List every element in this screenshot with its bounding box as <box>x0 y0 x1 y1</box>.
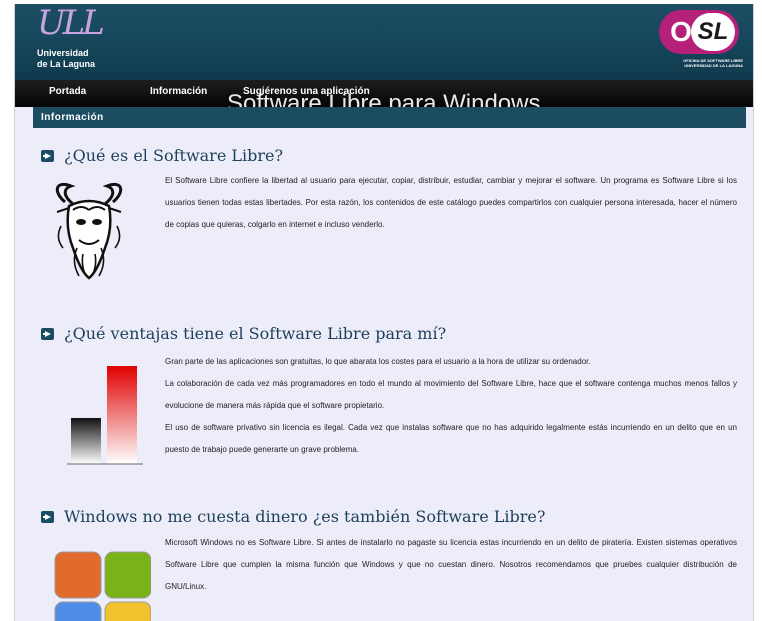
comparison-bars-icon <box>67 366 143 465</box>
section-body-ventajas: Gran parte de las aplicaciones son gratu… <box>165 351 737 461</box>
university-name-line2: de La Laguna <box>37 59 96 69</box>
paragraph: El Software Libre confiere la libertad a… <box>165 176 737 229</box>
paragraph: Gran parte de las aplicaciones son gratu… <box>165 357 591 366</box>
arrow-right-icon <box>41 327 54 340</box>
osl-badge: O SL <box>659 10 739 54</box>
osl-sl-letters: SL <box>691 13 735 51</box>
paragraph: La colaboración de cada vez más programa… <box>165 379 737 410</box>
nav-item-informacion[interactable]: Información <box>150 86 207 97</box>
osl-logo[interactable]: O SL OFICINA DE SOFTWARE LIBRE UNIVERSID… <box>659 10 743 74</box>
section-title-text: Windows no me cuesta dinero ¿es también … <box>64 507 546 526</box>
section-body-windows: Microsoft Windows no es Software Libre. … <box>165 532 737 598</box>
section-body-que-es: El Software Libre confiere la libertad a… <box>165 170 737 236</box>
gnu-head-icon <box>55 183 123 280</box>
section-header-informacion: Información <box>33 107 746 128</box>
section-title-ventajas: ¿Qué ventajas tiene el Software Libre pa… <box>41 324 446 343</box>
paragraph: El uso de software privativo sin licenci… <box>165 423 737 454</box>
site-header: ULL Universidad de La Laguna O SL OFICIN… <box>15 4 753 80</box>
bar-black <box>71 418 101 464</box>
main-nav: Portada Información Software Libre para … <box>15 80 753 107</box>
arrow-right-icon <box>41 149 54 162</box>
university-name-line1: Universidad <box>37 48 89 58</box>
nav-item-portada[interactable]: Portada <box>49 86 86 97</box>
osl-caption: OFICINA DE SOFTWARE LIBRE UNIVERSIDAD DE… <box>659 58 743 68</box>
ull-logo[interactable]: ULL Universidad de La Laguna <box>37 4 105 70</box>
section-title-que-es: ¿Qué es el Software Libre? <box>41 146 283 165</box>
section-title-text: ¿Qué ventajas tiene el Software Libre pa… <box>64 324 447 343</box>
page-frame: ULL Universidad de La Laguna O SL OFICIN… <box>14 4 754 621</box>
paragraph: Microsoft Windows no es Software Libre. … <box>165 538 737 591</box>
section-title-windows: Windows no me cuesta dinero ¿es también … <box>41 507 545 526</box>
arrow-right-icon <box>41 510 54 523</box>
section-title-text: ¿Qué es el Software Libre? <box>64 146 284 165</box>
windows-logo-icon <box>54 551 151 621</box>
osl-caption-line2: UNIVERSIDAD DE LA LAGUNA <box>684 63 743 68</box>
nav-item-sugierenos[interactable]: Sugiérenos una aplicación <box>243 86 370 97</box>
bar-red <box>107 366 137 464</box>
ull-mark: ULL <box>37 4 105 43</box>
